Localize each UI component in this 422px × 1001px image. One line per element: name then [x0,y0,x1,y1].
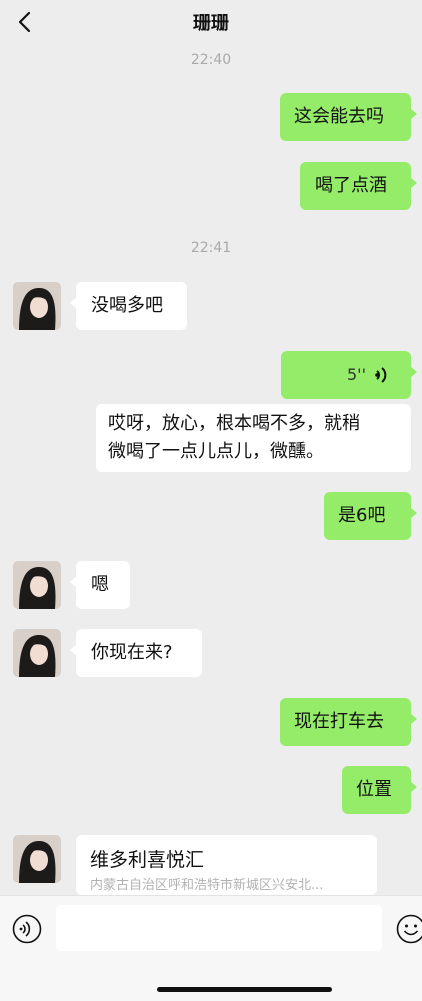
avatar-image [13,561,61,609]
avatar-image [13,282,61,330]
voice-message-bubble[interactable]: 5'' [281,351,411,399]
location-card[interactable]: 维多利喜悦汇 内蒙古自治区呼和浩特市新城区兴安北... [76,835,377,895]
location-name: 维多利喜悦汇 [90,845,204,872]
chat-header: 珊珊 [0,0,422,44]
avatar-image [13,629,61,677]
transcript-line: 微喝了一点儿点儿，微醺。 [108,438,399,466]
chat-title: 珊珊 [0,9,422,35]
voice-input-icon[interactable] [12,914,42,944]
message-text: 是6吧 [338,505,385,526]
transcript-line: 哎呀，放心，根本喝不多，就稍 [108,410,399,438]
message-text: 嗯 [91,574,109,595]
message-text: 现在打车去 [294,711,384,732]
location-address: 内蒙古自治区呼和浩特市新城区兴安北... [90,874,360,893]
avatar[interactable] [13,835,61,883]
message-text: 这会能去吗 [294,106,384,127]
message-bubble-outgoing[interactable]: 现在打车去 [280,698,411,746]
message-bubble-incoming[interactable]: 嗯 [76,561,130,609]
emoji-icon[interactable] [396,914,422,944]
message-input[interactable] [56,905,382,951]
message-bubble-outgoing[interactable]: 这会能去吗 [280,93,411,141]
message-text: 你现在来? [91,642,173,663]
message-bubble-incoming[interactable]: 没喝多吧 [76,282,187,330]
home-indicator [157,987,332,992]
message-text: 位置 [356,779,392,800]
avatar[interactable] [13,561,61,609]
timestamp: 22:40 [0,52,422,68]
message-bubble-outgoing[interactable]: 喝了点酒 [300,162,411,210]
timestamp: 22:41 [0,240,422,256]
voice-transcript: 哎呀，放心，根本喝不多，就稍 微喝了一点儿点儿，微醺。 [96,404,411,472]
voice-duration: 5'' [347,361,366,389]
message-bubble-outgoing[interactable]: 是6吧 [324,492,411,540]
message-bubble-outgoing[interactable]: 位置 [342,766,411,814]
message-text: 喝了点酒 [315,175,387,196]
avatar[interactable] [13,282,61,330]
avatar[interactable] [13,629,61,677]
voice-wave-icon [373,365,389,385]
message-text: 没喝多吧 [91,295,163,316]
avatar-image [13,835,61,883]
message-bubble-incoming[interactable]: 你现在来? [76,629,202,677]
input-bar [0,895,422,1001]
